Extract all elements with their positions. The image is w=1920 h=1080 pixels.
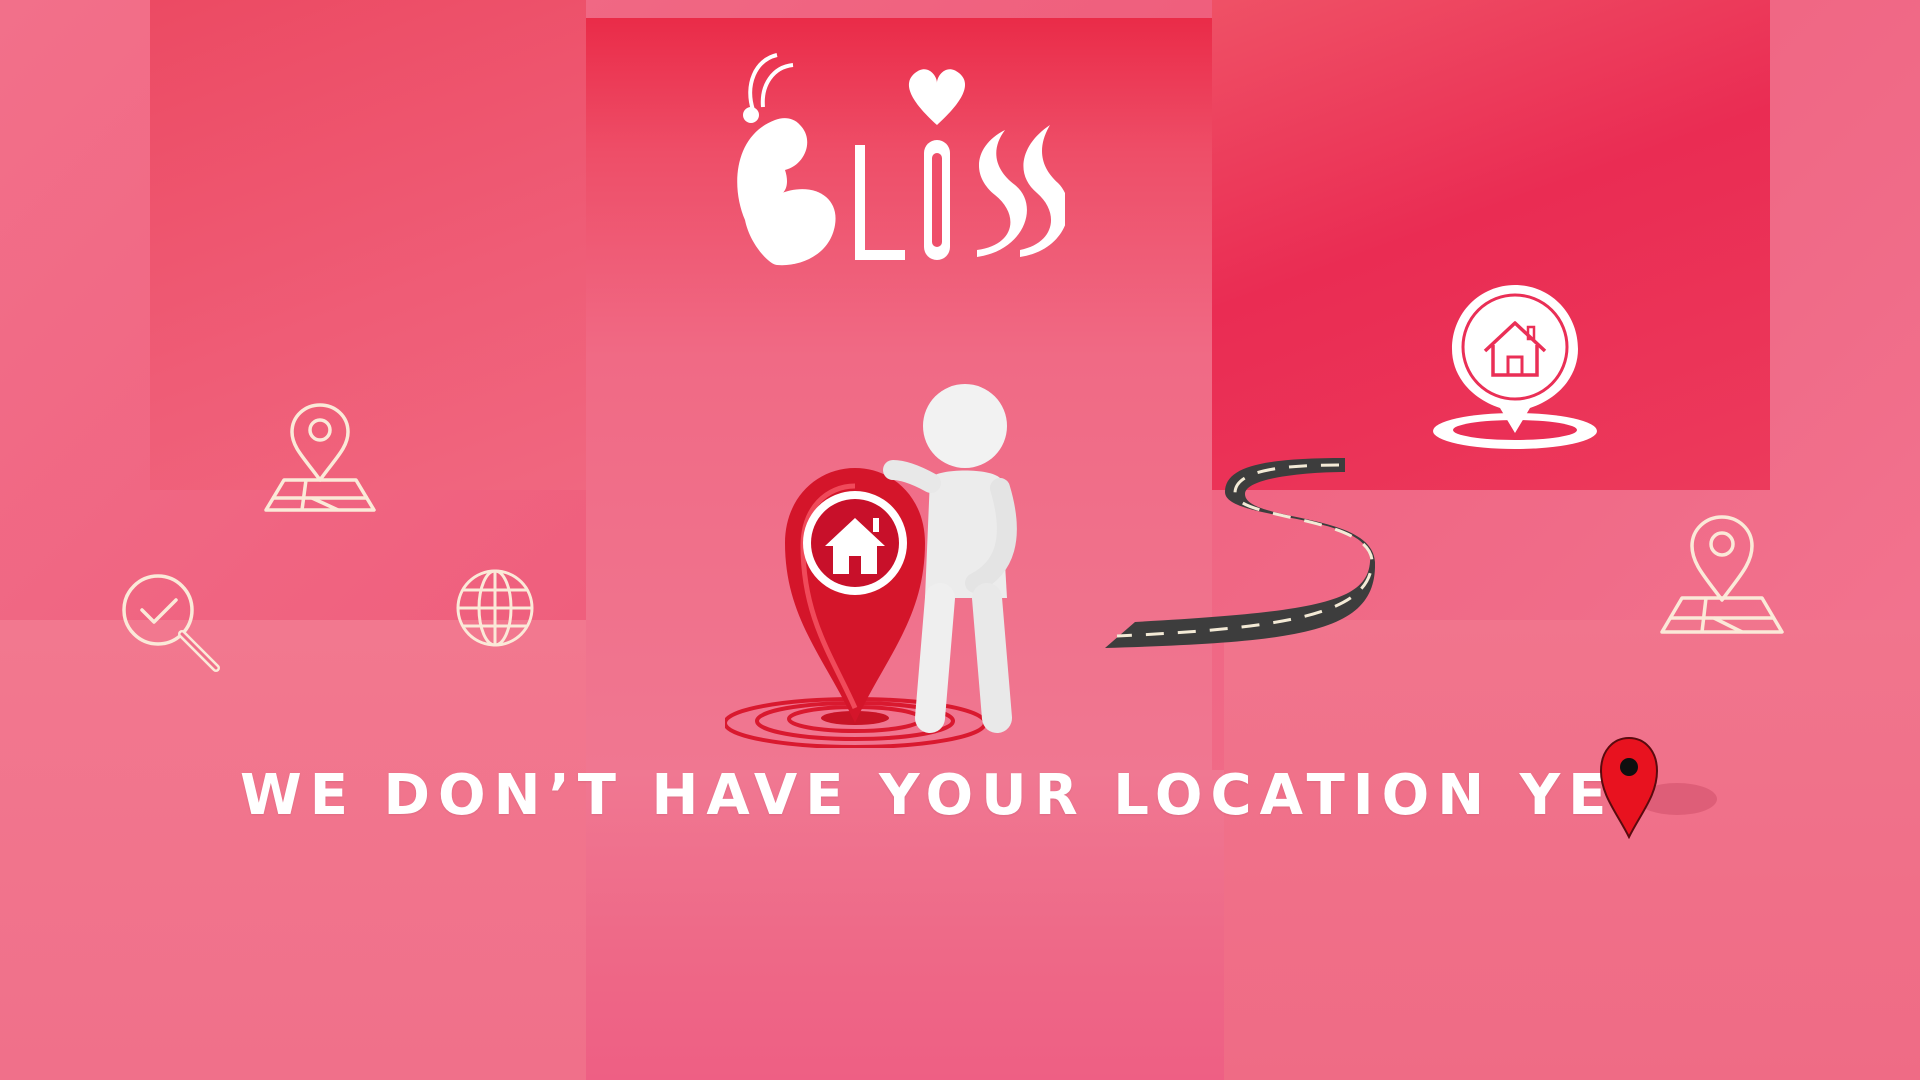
headline: WE DON’T HAVE YOUR LOCATION YET [240, 763, 1661, 828]
bliss-logo [715, 45, 1065, 275]
map-pin-icon [262, 400, 378, 516]
background-panel [1224, 620, 1920, 1080]
person-with-location-pin-illustration [725, 378, 1045, 748]
road-icon [1105, 452, 1375, 648]
globe-icon [455, 568, 535, 648]
home-location-icon [1430, 283, 1600, 453]
red-location-pin-icon [1595, 735, 1725, 839]
map-pin-icon [1658, 512, 1786, 636]
search-check-icon [120, 572, 224, 676]
background-panel [0, 620, 586, 1080]
